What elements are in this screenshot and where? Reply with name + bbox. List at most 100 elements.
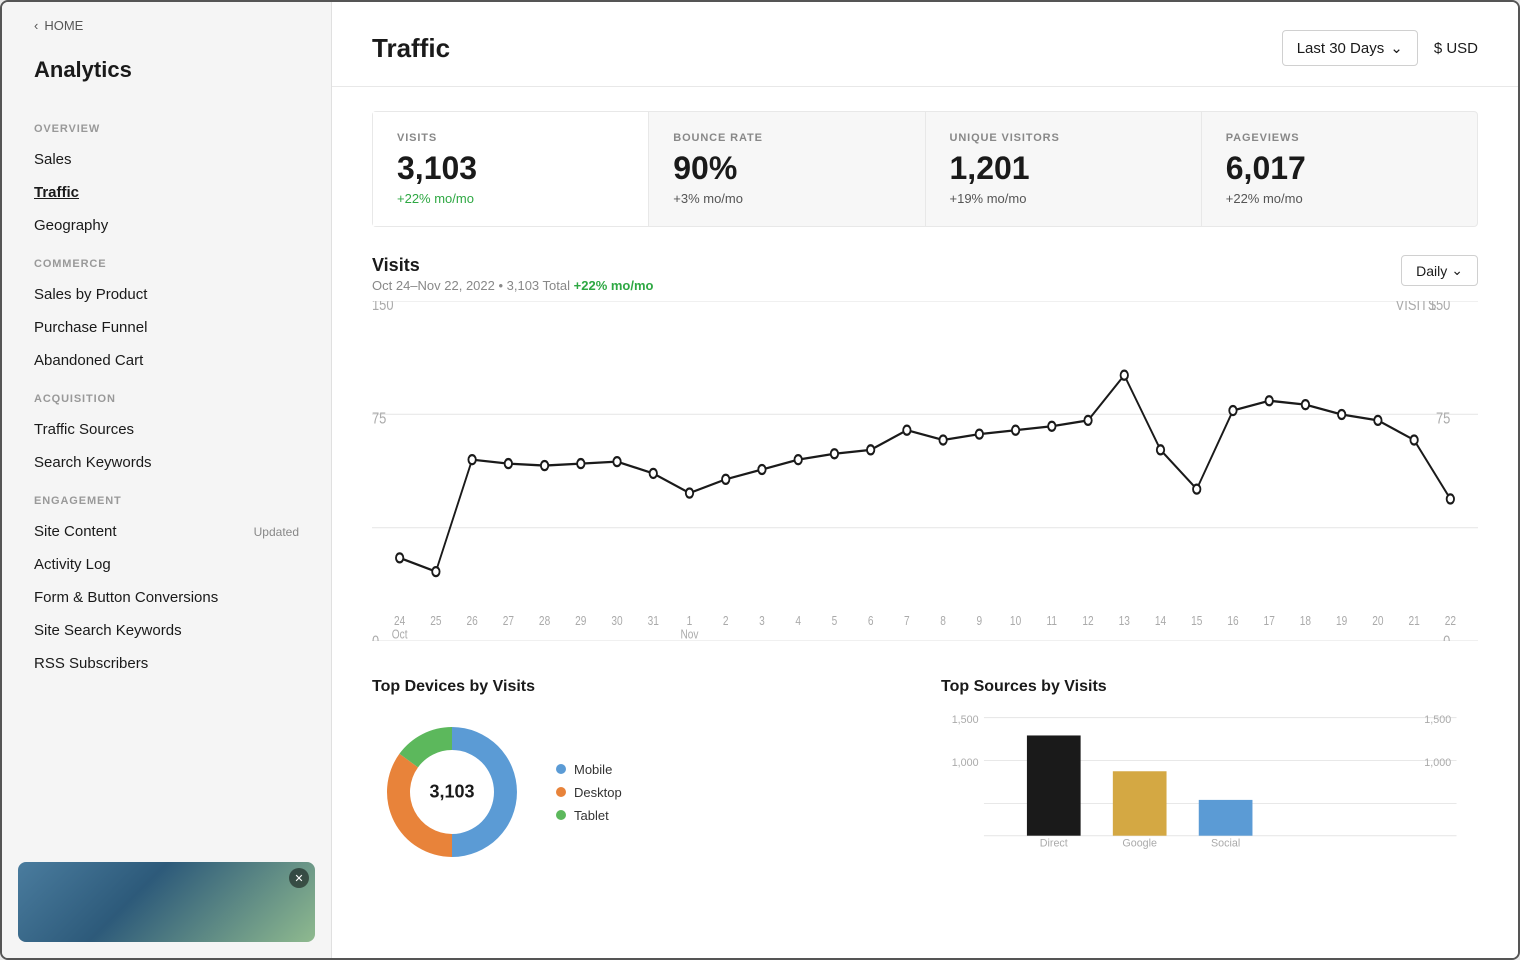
sidebar-item-sales-by-product[interactable]: Sales by Product <box>2 278 331 311</box>
donut-container: 3,103 Mobile Desktop Tablet <box>372 712 909 872</box>
sidebar-item-traffic-sources[interactable]: Traffic Sources <box>2 413 331 446</box>
x-label-6: 30 <box>611 615 622 628</box>
sidebar-item-label-site-content: Site Content <box>34 523 117 540</box>
chart-header: Visits Oct 24–Nov 22, 2022 • 3,103 Total… <box>372 255 1478 293</box>
bar-chart-svg: 1,500 1,000 1,500 1,000 DirectGoogleSoci… <box>941 712 1478 852</box>
promo-banner[interactable]: ✕ <box>18 862 315 942</box>
stat-value-bounce-rate: 90% <box>673 150 900 187</box>
x-label-15: 8 <box>940 615 946 628</box>
bar-label-direct: Direct <box>1040 837 1068 849</box>
x-label-27: 20 <box>1372 615 1383 628</box>
svg-text:0: 0 <box>1443 634 1450 641</box>
chart-dot-5 <box>577 459 584 468</box>
x-label-4: 28 <box>539 615 550 628</box>
stat-change-pageviews: +22% mo/mo <box>1226 191 1453 206</box>
sidebar-item-site-search[interactable]: Site Search Keywords <box>2 614 331 647</box>
sidebar-item-geography[interactable]: Geography <box>2 209 331 242</box>
bar-chart-container: 1,500 1,000 1,500 1,000 DirectGoogleSoci… <box>941 712 1478 857</box>
x-label-8: 1 <box>687 615 693 628</box>
x-label-25: 18 <box>1300 615 1311 628</box>
chart-dot-2 <box>468 455 475 464</box>
top-devices-chart: Top Devices by Visits 3,103 Mob <box>372 678 909 872</box>
x-label-22: 15 <box>1191 615 1202 628</box>
chart-dot-9 <box>722 475 729 484</box>
svg-text:1,000: 1,000 <box>952 757 979 769</box>
sidebar-item-abandoned-cart[interactable]: Abandoned Cart <box>2 344 331 377</box>
sidebar-item-activity-log[interactable]: Activity Log <box>2 548 331 581</box>
top-sources-title: Top Sources by Visits <box>941 678 1478 696</box>
x-label-1: 25 <box>430 615 441 628</box>
chart-dot-1 <box>432 567 439 576</box>
daily-label: Daily <box>1416 263 1447 279</box>
chart-dot-27 <box>1374 416 1381 425</box>
top-devices-title: Top Devices by Visits <box>372 678 909 696</box>
sidebar-item-purchase-funnel[interactable]: Purchase Funnel <box>2 311 331 344</box>
main-content: Traffic Last 30 Days ⌄ $ USD VISITS 3,10… <box>332 2 1518 958</box>
bar-google <box>1113 771 1167 835</box>
x-label-20: 13 <box>1119 615 1130 628</box>
chart-dot-15 <box>939 435 946 444</box>
chart-dot-24 <box>1266 396 1273 405</box>
chart-dot-13 <box>867 445 874 454</box>
chart-dot-19 <box>1084 416 1091 425</box>
stat-value-visits: 3,103 <box>397 150 624 187</box>
stat-value-pageviews: 6,017 <box>1226 150 1453 187</box>
x-label-26: 19 <box>1336 615 1347 628</box>
chart-dot-12 <box>831 449 838 458</box>
sidebar-item-label-geography: Geography <box>34 217 108 234</box>
x-label-13: 6 <box>868 615 874 628</box>
stat-card-visits: VISITS 3,103 +22% mo/mo <box>373 112 649 226</box>
chart-dot-18 <box>1048 422 1055 431</box>
home-label: HOME <box>44 18 83 33</box>
stat-label-pageviews: PAGEVIEWS <box>1226 132 1453 144</box>
sidebar-item-traffic[interactable]: Traffic <box>2 176 331 209</box>
line-chart: 150 75 0 150 75 0 VISITS 24Oct2526272829… <box>372 301 1478 646</box>
daily-selector[interactable]: Daily ⌄ <box>1401 255 1478 286</box>
chart-dot-25 <box>1302 400 1309 409</box>
chevron-left-icon: ‹ <box>34 18 38 33</box>
x-label-21: 14 <box>1155 615 1166 628</box>
visits-chart-section: Visits Oct 24–Nov 22, 2022 • 3,103 Total… <box>332 227 1518 646</box>
chart-dot-16 <box>976 430 983 439</box>
chart-dot-17 <box>1012 426 1019 435</box>
sidebar-item-sales[interactable]: Sales <box>2 143 331 176</box>
sidebar-item-search-keywords[interactable]: Search Keywords <box>2 446 331 479</box>
chart-change: +22% mo/mo <box>574 278 654 293</box>
app-window: ‹ HOME Analytics OVERVIEWSalesTrafficGeo… <box>0 0 1520 960</box>
promo-close-button[interactable]: ✕ <box>289 868 309 888</box>
legend-dot-desktop <box>556 787 566 797</box>
x-month-label-0: Oct <box>392 629 409 641</box>
sidebar-item-site-content[interactable]: Site ContentUpdated <box>2 515 331 548</box>
sidebar-item-label-rss: RSS Subscribers <box>34 655 148 672</box>
home-nav[interactable]: ‹ HOME <box>2 2 331 41</box>
svg-text:150: 150 <box>372 301 394 314</box>
chart-title: Visits <box>372 255 653 276</box>
sidebar-title: Analytics <box>2 41 331 107</box>
sidebar-item-form-button[interactable]: Form & Button Conversions <box>2 581 331 614</box>
chart-dot-0 <box>396 553 403 562</box>
svg-text:1,500: 1,500 <box>1424 714 1451 726</box>
bar-social <box>1199 800 1253 836</box>
x-month-label-8: Nov <box>680 629 698 641</box>
stat-change-unique-visitors: +19% mo/mo <box>950 191 1177 206</box>
svg-text:1,000: 1,000 <box>1424 757 1451 769</box>
chevron-down-icon: ⌄ <box>1390 39 1403 57</box>
donut-segment-desktop <box>387 754 452 857</box>
chart-dot-28 <box>1410 435 1417 444</box>
sidebar-item-label-sales-by-product: Sales by Product <box>34 286 147 303</box>
currency-label: $ USD <box>1434 40 1478 57</box>
date-range-picker[interactable]: Last 30 Days ⌄ <box>1282 30 1418 66</box>
x-label-11: 4 <box>795 615 801 628</box>
chart-dot-29 <box>1447 494 1454 503</box>
chevron-down-icon-2: ⌄ <box>1451 262 1463 279</box>
line-chart-svg: 150 75 0 150 75 0 VISITS 24Oct2526272829… <box>372 301 1478 641</box>
chart-date-range: Oct 24–Nov 22, 2022 • 3,103 Total <box>372 278 570 293</box>
legend-dot-tablet <box>556 810 566 820</box>
sidebar-item-rss[interactable]: RSS Subscribers <box>2 647 331 680</box>
chart-dot-4 <box>541 461 548 470</box>
stat-card-bounce-rate: BOUNCE RATE 90% +3% mo/mo <box>649 112 925 226</box>
chart-dot-26 <box>1338 410 1345 419</box>
sidebar-item-label-sales: Sales <box>34 151 72 168</box>
page-header: Traffic Last 30 Days ⌄ $ USD <box>332 2 1518 87</box>
date-range-label: Last 30 Days <box>1297 40 1385 57</box>
